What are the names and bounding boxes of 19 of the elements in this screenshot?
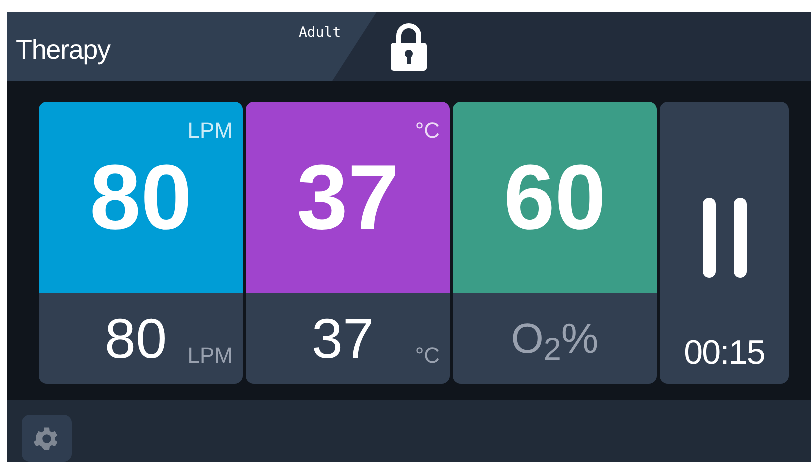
setpoint-value: 60 [504, 152, 606, 244]
current-value: 37 [312, 310, 374, 366]
screen-title: Therapy [16, 34, 110, 67]
unit-label: LPM [188, 342, 233, 370]
unit-label: °C [415, 342, 440, 370]
current-value: 80 [104, 310, 168, 366]
unit-label: °C [415, 117, 440, 145]
setpoint-panel[interactable]: °C 37 [246, 102, 450, 293]
setpoint-panel[interactable]: 60 [453, 102, 657, 293]
setpoint-value: 80 [90, 152, 192, 244]
timer-text: 00:15 [684, 336, 765, 370]
setpoint-panel[interactable]: LPM 80 [39, 102, 243, 293]
setpoint-value: 37 [296, 152, 400, 244]
oxygen-label: O$_{2}$% [511, 318, 599, 360]
settings-button[interactable] [22, 415, 72, 462]
lock-icon[interactable] [389, 22, 429, 72]
mode-label: Adult [299, 24, 342, 43]
unit-label: LPM [188, 117, 233, 145]
pause-button[interactable]: 00:15 [660, 102, 789, 384]
